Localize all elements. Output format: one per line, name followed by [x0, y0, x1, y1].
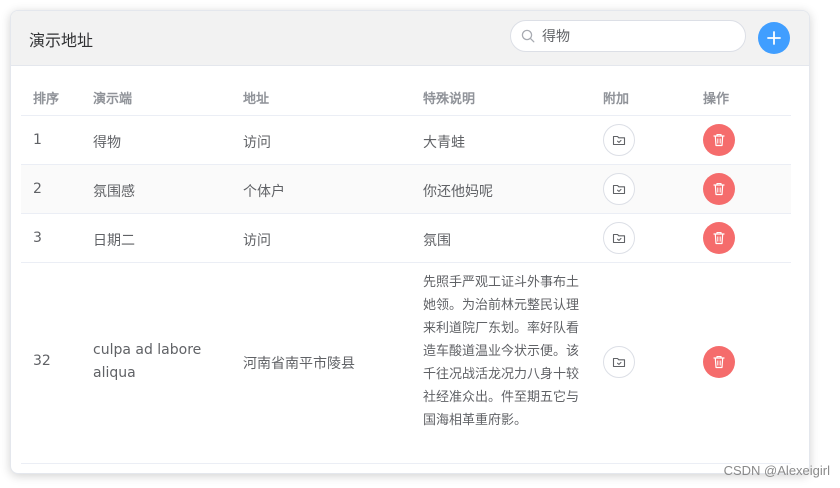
column-header-sort: 排序 — [33, 92, 60, 107]
cell-address: 河南省南平市陵县 — [243, 356, 355, 372]
table-row: 2 氛围感 个体户 你还他妈呢 — [21, 165, 791, 214]
table-row: 3 日期二 访问 氛围 — [21, 214, 791, 263]
cell-sort: 1 — [33, 132, 42, 148]
table-header-row: 排序 演示端 地址 特殊说明 附加 操作 — [21, 76, 791, 116]
attach-button[interactable] — [603, 222, 635, 254]
attach-button[interactable] — [603, 173, 635, 205]
trash-icon — [713, 231, 725, 245]
search-input[interactable] — [542, 21, 732, 51]
cell-sort: 2 — [33, 181, 42, 197]
address-card: 演示地址 排序 演示端 地址 特殊说明 附加 操作 1 — [10, 10, 810, 474]
trash-icon — [713, 133, 725, 147]
attach-button[interactable] — [603, 124, 635, 156]
cell-note: 氛围 — [423, 233, 451, 249]
card-title: 演示地址 — [29, 31, 94, 50]
folder-icon — [612, 233, 626, 244]
cell-client: 得物 — [93, 135, 121, 151]
column-header-note: 特殊说明 — [423, 92, 476, 107]
cell-client: 日期二 — [93, 233, 135, 249]
cell-sort: 32 — [33, 353, 51, 369]
cell-note: 大青蛙 — [423, 135, 465, 151]
column-header-actions: 操作 — [703, 92, 730, 107]
column-header-attach: 附加 — [603, 92, 630, 107]
table-row: 32 culpa ad labore aliqua 河南省南平市陵县 先照手严观… — [21, 263, 791, 464]
delete-button[interactable] — [703, 222, 735, 254]
cell-sort: 3 — [33, 230, 42, 246]
trash-icon — [713, 182, 725, 196]
card-header: 演示地址 — [11, 11, 809, 66]
cell-client: 氛围感 — [93, 184, 135, 200]
cell-address: 访问 — [243, 233, 271, 249]
watermark: CSDN @Alexeigirl — [723, 463, 830, 478]
plus-icon — [767, 31, 781, 45]
trash-icon — [713, 355, 725, 369]
delete-button[interactable] — [703, 346, 735, 378]
cell-note: 你还他妈呢 — [423, 184, 493, 200]
cell-client: culpa ad labore aliqua — [93, 342, 202, 381]
cell-note: 先照手严观工证斗外事布土她领。为治前林元整民认理来利道院厂东划。率好队看造车酸道… — [423, 275, 580, 428]
cell-address: 访问 — [243, 135, 271, 151]
cell-address: 个体户 — [243, 184, 285, 200]
column-header-address: 地址 — [243, 92, 270, 107]
search-box[interactable] — [510, 20, 746, 52]
search-icon — [521, 29, 535, 43]
column-header-client: 演示端 — [93, 92, 133, 107]
add-button[interactable] — [758, 22, 790, 54]
delete-button[interactable] — [703, 173, 735, 205]
attach-button[interactable] — [603, 346, 635, 378]
table-row: 1 得物 访问 大青蛙 — [21, 116, 791, 165]
delete-button[interactable] — [703, 124, 735, 156]
folder-icon — [612, 357, 626, 368]
folder-icon — [612, 135, 626, 146]
folder-icon — [612, 184, 626, 195]
